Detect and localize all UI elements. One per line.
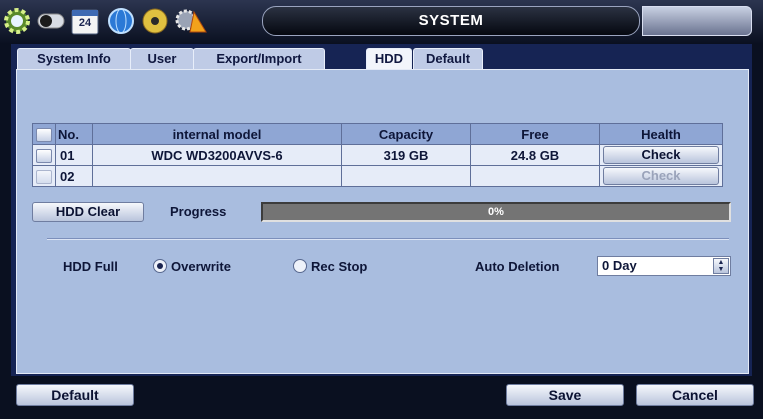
hdd-clear-button[interactable]: HDD Clear — [32, 202, 144, 222]
calendar-day: 24 — [78, 17, 92, 29]
row-checkbox[interactable] — [36, 148, 52, 163]
row-model: WDC WD3200AVVS-6 — [92, 144, 342, 166]
progress-label: Progress — [170, 204, 227, 219]
divider — [47, 238, 729, 239]
row-free — [470, 165, 600, 187]
col-free: Free — [470, 123, 600, 145]
calendar-icon[interactable]: 24 — [70, 6, 100, 36]
disc-icon[interactable] — [140, 6, 170, 36]
spin-arrows-icon[interactable]: ▲ ▼ — [713, 258, 729, 274]
warning-gear-icon[interactable] — [174, 6, 208, 36]
overwrite-label[interactable]: Overwrite — [171, 259, 231, 274]
title-bar: 24 SYSTEM — [0, 0, 763, 44]
globe-icon[interactable] — [106, 6, 136, 36]
window-title: SYSTEM — [262, 6, 640, 36]
row-no: 02 — [55, 165, 93, 187]
default-button[interactable]: Default — [16, 384, 134, 406]
progress-bar: 0% — [261, 202, 731, 222]
hdd-full-label: HDD Full — [63, 259, 118, 274]
title-bar-end — [642, 6, 752, 36]
row-capacity — [341, 165, 471, 187]
col-internal-model: internal model — [92, 123, 342, 145]
row-checkbox[interactable] — [36, 169, 52, 184]
hdd-content: No. internal model Capacity Free Health … — [16, 69, 749, 374]
row-capacity: 319 GB — [341, 144, 471, 166]
rec-stop-label[interactable]: Rec Stop — [311, 259, 367, 274]
row-no: 01 — [55, 144, 93, 166]
table-row: 01 WDC WD3200AVVS-6 319 GB 24.8 GB Check — [32, 144, 723, 166]
tab-hdd[interactable]: HDD — [366, 48, 412, 71]
tab-export-import[interactable]: Export/Import — [193, 48, 325, 69]
toggle-icon[interactable] — [36, 6, 66, 36]
gear-icon[interactable] — [2, 6, 32, 36]
hdd-table: No. internal model Capacity Free Health … — [32, 123, 723, 187]
cancel-button[interactable]: Cancel — [636, 384, 754, 406]
tab-default[interactable]: Default — [413, 48, 483, 69]
col-no: No. — [55, 123, 93, 145]
tab-user[interactable]: User — [130, 48, 194, 69]
row-free: 24.8 GB — [470, 144, 600, 166]
table-row: 02 Check — [32, 165, 723, 187]
check-button-disabled[interactable]: Check — [603, 167, 719, 185]
table-header-row: No. internal model Capacity Free Health — [32, 123, 723, 145]
rec-stop-radio[interactable] — [293, 259, 307, 273]
auto-deletion-label: Auto Deletion — [475, 259, 560, 274]
row-model — [92, 165, 342, 187]
check-button[interactable]: Check — [603, 146, 719, 164]
col-capacity: Capacity — [341, 123, 471, 145]
tab-system-info[interactable]: System Info — [17, 48, 131, 69]
overwrite-radio[interactable] — [153, 259, 167, 273]
select-all-checkbox[interactable] — [36, 127, 52, 142]
save-button[interactable]: Save — [506, 384, 624, 406]
col-health: Health — [599, 123, 723, 145]
progress-text: 0% — [488, 206, 504, 218]
auto-deletion-value: 0 Day — [602, 258, 637, 273]
system-panel: System Info User Export/Import HDD Defau… — [11, 44, 752, 376]
footer: Default Save Cancel — [0, 376, 763, 419]
auto-deletion-select[interactable]: 0 Day ▲ ▼ — [597, 256, 731, 276]
